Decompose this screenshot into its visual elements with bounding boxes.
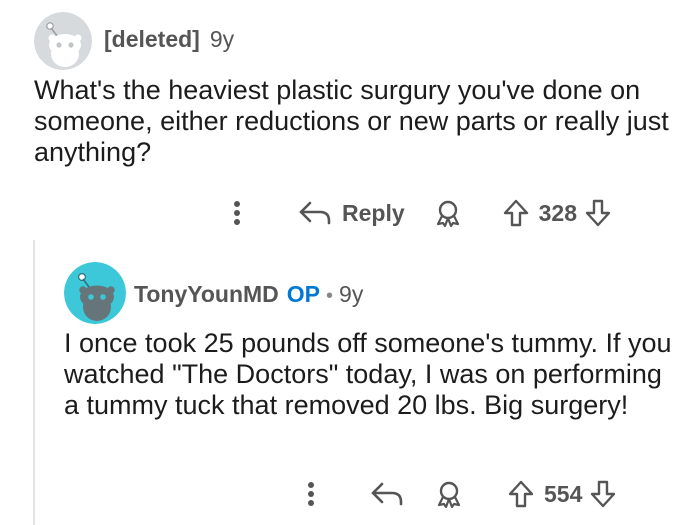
reply-arrow-icon — [371, 482, 403, 506]
vote-score: 554 — [544, 480, 583, 507]
award-button[interactable] — [434, 479, 464, 509]
avatar[interactable] — [34, 12, 92, 70]
comment-age: 9y — [209, 26, 235, 52]
award-icon — [437, 481, 461, 509]
snoo-avatar-icon — [64, 262, 126, 324]
comment-actions: Reply 328 — [222, 195, 611, 231]
op-badge: OP — [286, 281, 321, 307]
reply-body: I once took 25 pounds off someone's tumm… — [64, 328, 672, 420]
upvote-button[interactable] — [508, 480, 534, 508]
vote-score: 328 — [538, 199, 578, 226]
more-options-button[interactable] — [222, 200, 252, 226]
comment-username[interactable]: [deleted] — [104, 26, 200, 53]
reply-age: 9y — [339, 281, 364, 307]
reply-button[interactable] — [370, 481, 404, 507]
upvote-icon — [508, 480, 534, 508]
meta-separator: • — [326, 285, 334, 307]
upvote-icon — [503, 199, 528, 227]
upvote-button[interactable] — [503, 199, 529, 227]
downvote-button[interactable] — [590, 480, 616, 508]
reply-avatar[interactable] — [64, 262, 126, 324]
thread-line[interactable] — [33, 240, 35, 525]
reply-username[interactable]: TonyYounMD — [134, 281, 279, 308]
more-options-icon — [308, 482, 314, 506]
downvote-icon — [585, 199, 611, 227]
award-button[interactable] — [433, 198, 463, 228]
reply-meta: TonyYounMD OP • 9y — [134, 281, 363, 308]
reply-arrow-icon — [299, 201, 331, 225]
reply-actions: 554 — [296, 476, 616, 512]
more-options-button[interactable] — [296, 481, 326, 507]
comment-body: What's the heaviest plastic surgury you'… — [34, 75, 669, 167]
downvote-icon — [591, 480, 616, 508]
reply-label: Reply — [342, 199, 405, 226]
downvote-button[interactable] — [585, 199, 611, 227]
reply-button[interactable]: Reply — [298, 200, 405, 227]
comment-meta: [deleted] 9y — [104, 26, 234, 53]
snoo-avatar-icon — [34, 12, 92, 70]
award-icon — [436, 200, 459, 228]
more-options-icon — [234, 201, 240, 225]
